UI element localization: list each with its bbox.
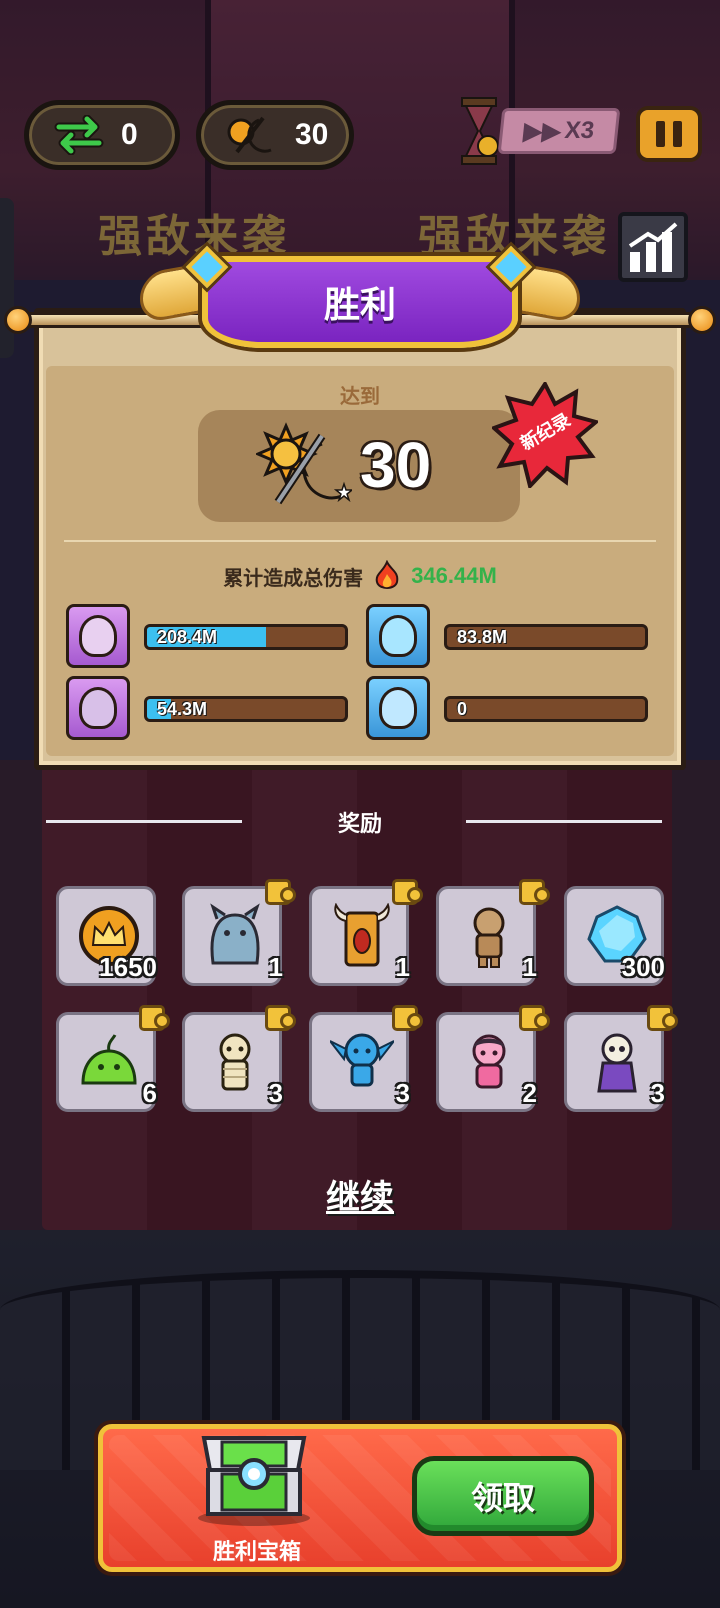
reward-count: 1 xyxy=(522,952,537,982)
reward-count: 1 xyxy=(395,952,410,982)
pause-icon-bar xyxy=(673,121,682,147)
scroll-rod-knob-right xyxy=(688,306,716,334)
reward-item-goblin[interactable]: 3 xyxy=(309,1005,423,1112)
damage-value: 208.4M xyxy=(157,627,218,647)
victory-chest-label: 胜利宝箱 xyxy=(212,1540,301,1565)
damage-bar: 54.3M xyxy=(144,696,348,722)
score-box xyxy=(198,410,520,522)
hero-portrait-jellyfish xyxy=(366,604,430,668)
totem-icon xyxy=(334,903,390,967)
wave-count: 30 xyxy=(295,118,329,151)
stats-chart-button[interactable] xyxy=(618,212,688,282)
reward-item-green-slime[interactable]: 6 xyxy=(56,1005,170,1112)
reward-count: 6 xyxy=(142,1078,157,1108)
ice-golem-icon xyxy=(379,687,417,729)
sun-moon-icon xyxy=(223,112,281,158)
hero-portrait-flower-mage xyxy=(66,604,130,668)
treasure-chest-icon[interactable] xyxy=(194,1418,314,1528)
puzzle-piece-icon xyxy=(265,1005,296,1031)
reward-count: 300 xyxy=(621,952,665,982)
blue-monster-icon xyxy=(210,903,260,965)
puzzle-piece-icon xyxy=(392,879,423,905)
wave-reached-score: 30 xyxy=(360,429,432,501)
hourglass-icon xyxy=(458,96,500,166)
reward-count: 3 xyxy=(268,1078,283,1108)
rewards-title: 奖励 xyxy=(337,812,382,837)
skull-reaper-icon xyxy=(597,1033,637,1093)
damage-value: 0 xyxy=(457,699,468,719)
bar-chart-icon xyxy=(628,222,678,272)
swap-count: 0 xyxy=(121,118,138,151)
total-damage-label: 累计造成总伤害 xyxy=(223,565,364,590)
claim-label: 领取 xyxy=(470,1479,535,1517)
damage-value: 54.3M xyxy=(157,699,208,719)
continue-button[interactable]: 继续 xyxy=(0,1170,720,1219)
victory-banner: 胜利 xyxy=(140,238,580,358)
puzzle-piece-icon xyxy=(392,1005,423,1031)
reward-item-mummy[interactable]: 3 xyxy=(182,1005,296,1112)
fast-forward-icon: ▶▶ xyxy=(522,117,563,145)
pink-girl-icon xyxy=(472,1034,506,1089)
sun-moon-icon xyxy=(254,422,355,512)
total-damage-value: 346.44M xyxy=(411,563,497,588)
puzzle-piece-icon xyxy=(519,879,550,905)
total-damage-row: 累计造成总伤害 346.44M xyxy=(0,560,720,592)
damage-bar: 83.8M xyxy=(444,624,648,650)
puzzle-piece-icon xyxy=(265,879,296,905)
reward-item-pink-girl[interactable]: 2 xyxy=(436,1005,550,1112)
speed-toggle-button[interactable]: ▶▶ X3 xyxy=(497,108,621,154)
reward-item-skull-reaper[interactable]: 3 xyxy=(564,1005,678,1112)
training-dummy-icon xyxy=(473,907,505,968)
claim-button[interactable]: 领取 xyxy=(412,1456,594,1536)
reward-item-totem[interactable]: 1 xyxy=(309,879,423,986)
damage-bar: 0 xyxy=(444,696,648,722)
hero-portrait-winged-knight xyxy=(66,676,130,740)
reward-item-blue-monster[interactable]: 1 xyxy=(182,879,296,986)
fire-icon xyxy=(375,560,399,589)
reward-count: 3 xyxy=(650,1078,665,1108)
reward-count: 2 xyxy=(522,1078,537,1108)
wave-counter: 30 xyxy=(196,100,354,170)
reward-item-crown-coin[interactable]: 1650 xyxy=(56,886,157,986)
winged-knight-icon xyxy=(79,687,117,729)
reward-item-dummy[interactable]: 1 xyxy=(436,879,550,986)
reward-count: 1 xyxy=(268,952,283,982)
hero-portrait-ice-golem xyxy=(366,676,430,740)
swap-counter: 0 xyxy=(24,100,180,170)
victory-title: 胜利 xyxy=(323,285,396,326)
speed-label: X3 xyxy=(563,117,596,144)
green-slime-icon xyxy=(81,1034,137,1085)
reached-label: 达到 xyxy=(340,384,380,408)
side-tab[interactable] xyxy=(0,198,14,358)
pause-icon xyxy=(656,121,665,147)
reward-item-ice-crystal[interactable]: 300 xyxy=(564,886,665,986)
pause-button[interactable] xyxy=(636,106,702,162)
scroll-rod-knob-left xyxy=(4,306,32,334)
mummy-icon xyxy=(219,1033,251,1091)
new-record-badge: 新纪录 xyxy=(490,379,601,491)
victory-title-ribbon: 胜利 xyxy=(202,256,518,348)
puzzle-piece-icon xyxy=(139,1005,170,1031)
panel-divider xyxy=(64,540,656,542)
damage-value: 83.8M xyxy=(457,627,508,647)
puzzle-piece-icon xyxy=(519,1005,550,1031)
reward-count: 3 xyxy=(395,1078,410,1108)
flower-mage-icon xyxy=(79,615,117,657)
damage-bar: 208.4M xyxy=(144,624,348,650)
swap-arrows-icon xyxy=(51,114,107,156)
jellyfish-icon xyxy=(379,615,417,657)
goblin-icon xyxy=(330,1033,394,1087)
reward-count: 1650 xyxy=(99,952,157,982)
puzzle-piece-icon xyxy=(647,1005,678,1031)
